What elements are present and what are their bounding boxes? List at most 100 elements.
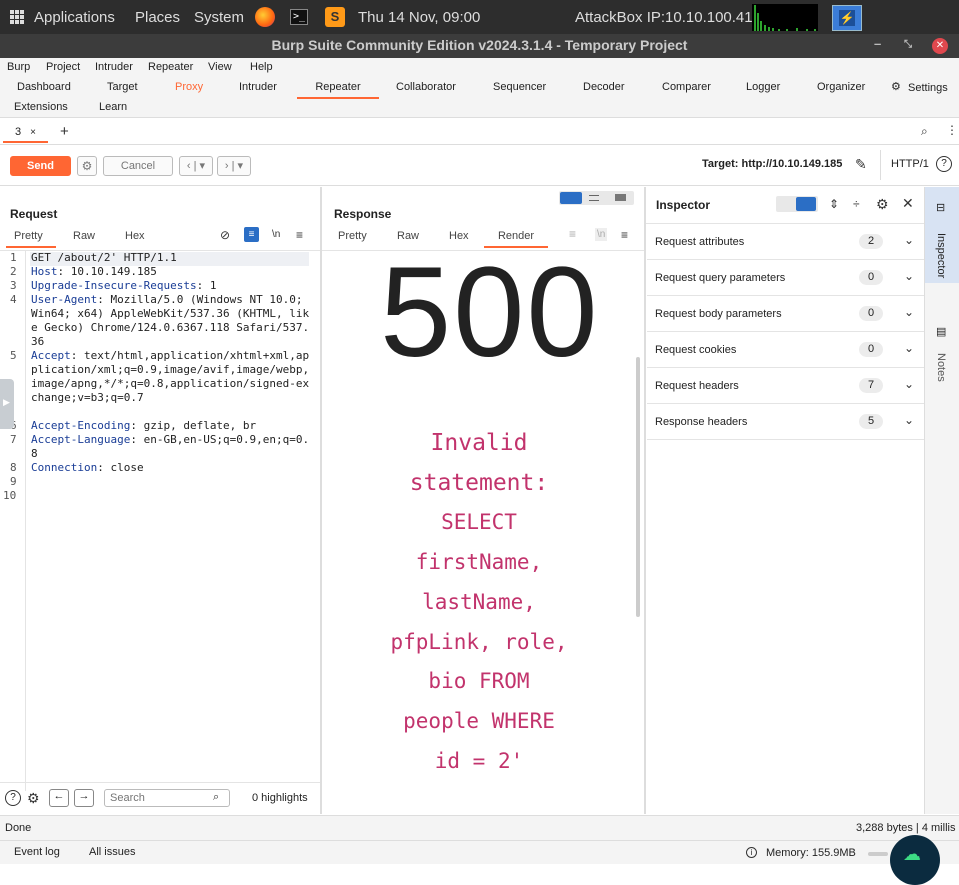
- system-menu[interactable]: System: [194, 0, 244, 34]
- menu-intruder[interactable]: Intruder: [95, 61, 133, 73]
- tab-extensions[interactable]: Extensions: [14, 101, 68, 113]
- scrollbar[interactable]: [636, 357, 640, 617]
- status-text: Done: [5, 822, 32, 834]
- menu-burp[interactable]: Burp: [7, 61, 30, 73]
- header-line-upgrade: Upgrade-Insecure-Requests: 1: [31, 279, 311, 293]
- line-number: 7: [10, 433, 17, 446]
- side-expand-handle[interactable]: ▶: [0, 379, 14, 429]
- error-line: id = 2': [434, 748, 524, 773]
- wrap-lines-icon[interactable]: ≡: [244, 227, 259, 242]
- tab-organizer[interactable]: Organizer: [817, 81, 865, 93]
- edit-pencil-icon[interactable]: ✎: [855, 156, 867, 173]
- response-view-pretty[interactable]: Pretty: [338, 230, 367, 242]
- header-value: : gzip, deflate, br: [130, 419, 257, 432]
- count-badge: 0: [859, 306, 883, 321]
- more-vertical-icon[interactable]: ⋮: [946, 123, 958, 137]
- tab-settings[interactable]: Settings: [908, 82, 948, 94]
- notes-icon[interactable]: ▤: [936, 325, 946, 338]
- request-view-pretty[interactable]: Pretty: [6, 230, 56, 248]
- tab-target[interactable]: Target: [107, 81, 138, 93]
- request-view-hex[interactable]: Hex: [125, 230, 145, 242]
- settings-gear-icon[interactable]: ⚙: [876, 196, 889, 213]
- search-icon[interactable]: ⌕: [921, 124, 928, 139]
- system-top-bar: Applications Places System >_ S Thu 14 N…: [0, 0, 959, 34]
- menu-help[interactable]: Help: [250, 61, 273, 73]
- header-key: Host: [31, 265, 58, 278]
- add-tab-icon[interactable]: +: [60, 123, 69, 140]
- cancel-button[interactable]: Cancel: [103, 156, 173, 176]
- main-tabs: Dashboard Target Proxy Intruder Repeater…: [0, 76, 959, 118]
- line-number: 3: [10, 279, 17, 292]
- terminal-icon[interactable]: >_: [290, 0, 308, 34]
- info-icon: i: [746, 847, 757, 858]
- history-back-button[interactable]: ‹ | ▾: [179, 156, 213, 176]
- http-version[interactable]: HTTP/1: [891, 158, 929, 170]
- inspector-row[interactable]: Request query parameters 0 ⌄: [647, 260, 924, 296]
- collapse-all-icon[interactable]: ÷: [853, 197, 860, 211]
- header-key: Accept: [31, 349, 71, 362]
- repeater-tab-3[interactable]: 3 ×: [3, 122, 48, 143]
- inspector-row[interactable]: Request body parameters 0 ⌄: [647, 296, 924, 332]
- restore-icon[interactable]: ⤡: [904, 39, 912, 50]
- prev-match-button[interactable]: ←: [49, 789, 69, 807]
- tab-logger[interactable]: Logger: [746, 81, 780, 93]
- side-tab-inspector[interactable]: ⊟ Inspector: [925, 187, 959, 283]
- inspector-row-label: Request cookies: [655, 344, 737, 356]
- all-issues-link[interactable]: All issues: [89, 846, 135, 858]
- chevron-down-icon: ⌄: [904, 305, 915, 319]
- layout-side-by-side-icon[interactable]: [560, 192, 582, 204]
- error-line: people WHERE: [403, 708, 555, 733]
- close-tab-icon[interactable]: ×: [30, 127, 36, 138]
- sublime-icon[interactable]: S: [325, 0, 345, 34]
- status-bar: Done 3,288 bytes | 4 millis: [0, 815, 959, 840]
- inspector-row[interactable]: Request attributes 2 ⌄: [647, 224, 924, 260]
- inspector-row[interactable]: Request headers 7 ⌄: [647, 368, 924, 404]
- header-value: : 10.10.149.185: [57, 265, 157, 278]
- firefox-icon[interactable]: [255, 0, 275, 34]
- event-log-link[interactable]: Event log: [14, 846, 60, 858]
- inspector-row[interactable]: Request cookies 0 ⌄: [647, 332, 924, 368]
- menu-project[interactable]: Project: [46, 61, 80, 73]
- newline-toggle[interactable]: \n: [272, 229, 280, 240]
- minimize-icon[interactable]: –: [874, 36, 881, 51]
- close-window-icon[interactable]: ✕: [932, 38, 948, 54]
- help-icon[interactable]: ?: [5, 790, 21, 806]
- burp-taskbar-icon[interactable]: ⚡: [832, 5, 862, 31]
- settings-gear-icon[interactable]: ⚙: [77, 156, 97, 176]
- tab-learn[interactable]: Learn: [99, 101, 127, 113]
- menu-view[interactable]: View: [208, 61, 232, 73]
- inspector-layout-icon[interactable]: [796, 197, 816, 211]
- history-forward-button[interactable]: › | ▾: [217, 156, 251, 176]
- send-button[interactable]: Send: [10, 156, 71, 176]
- side-tab-notes[interactable]: Notes: [935, 353, 947, 382]
- inspector-row[interactable]: Response headers 5 ⌄: [647, 404, 924, 440]
- layout-stacked-icon[interactable]: [589, 195, 599, 201]
- count-badge: 0: [859, 342, 883, 357]
- apps-grid-icon[interactable]: [10, 0, 24, 34]
- hide-eye-icon[interactable]: ⊘: [220, 228, 230, 242]
- count-badge: 5: [859, 414, 883, 429]
- menu-icon[interactable]: ≡: [296, 228, 303, 242]
- layout-tabs-icon[interactable]: [615, 194, 626, 201]
- gear-icon[interactable]: ⚙: [891, 80, 901, 93]
- tab-proxy[interactable]: Proxy: [175, 81, 203, 93]
- tab-intruder[interactable]: Intruder: [239, 81, 277, 93]
- places-menu[interactable]: Places: [135, 0, 180, 34]
- next-match-button[interactable]: →: [74, 789, 94, 807]
- menu-repeater[interactable]: Repeater: [148, 61, 193, 73]
- highlights-count: 0 highlights: [252, 792, 308, 804]
- tab-repeater[interactable]: Repeater: [297, 77, 379, 99]
- cloud-status-icon[interactable]: ☁: [890, 835, 940, 885]
- request-view-raw[interactable]: Raw: [73, 230, 95, 242]
- tab-comparer[interactable]: Comparer: [662, 81, 711, 93]
- tab-sequencer[interactable]: Sequencer: [493, 81, 546, 93]
- expand-all-icon[interactable]: ⇕: [829, 197, 839, 211]
- tab-dashboard[interactable]: Dashboard: [17, 81, 71, 93]
- help-icon[interactable]: ?: [936, 156, 952, 172]
- search-input[interactable]: [104, 789, 230, 807]
- tab-collaborator[interactable]: Collaborator: [396, 81, 456, 93]
- tab-decoder[interactable]: Decoder: [583, 81, 625, 93]
- applications-menu[interactable]: Applications: [34, 0, 115, 34]
- close-icon[interactable]: ✕: [902, 195, 914, 212]
- settings-gear-icon[interactable]: ⚙: [27, 790, 40, 807]
